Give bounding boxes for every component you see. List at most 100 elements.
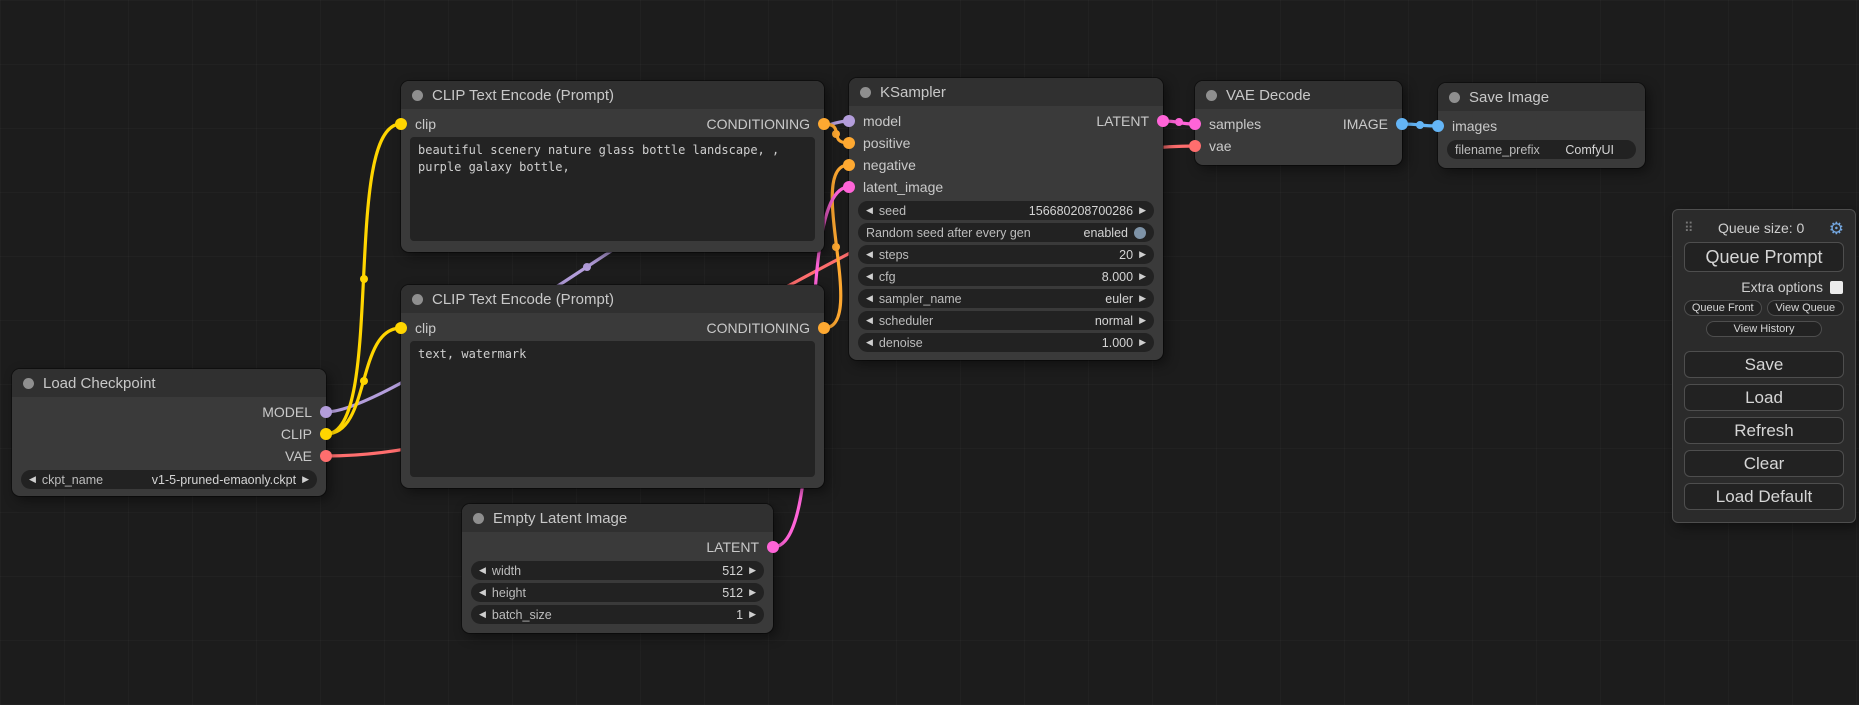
node-titlebar[interactable]: KSampler: [849, 78, 1163, 106]
decrement-arrow-icon[interactable]: ◀: [479, 565, 486, 576]
collapse-dot-icon[interactable]: [860, 87, 871, 98]
widget-seed[interactable]: ◀ seed 156680208700286 ▶: [858, 201, 1154, 220]
widget-height[interactable]: ◀ height 512 ▶: [471, 583, 764, 602]
drag-handle-icon[interactable]: ⠿: [1684, 220, 1694, 236]
input-socket-negative[interactable]: [843, 159, 855, 171]
output-label-latent: LATENT: [1096, 113, 1149, 129]
link-midpoint-dot: [832, 243, 840, 251]
output-socket-latent[interactable]: [1157, 115, 1169, 127]
increment-arrow-icon[interactable]: ▶: [1139, 293, 1146, 304]
node-clip-text-encode-positive[interactable]: CLIP Text Encode (Prompt) clip CONDITION…: [401, 81, 824, 252]
output-socket-model[interactable]: [320, 406, 332, 418]
widget-filename-prefix[interactable]: filename_prefix ComfyUI: [1447, 140, 1636, 159]
decrement-arrow-icon[interactable]: ◀: [866, 205, 873, 216]
node-titlebar[interactable]: Load Checkpoint: [12, 369, 326, 397]
input-socket-model[interactable]: [843, 115, 855, 127]
node-titlebar[interactable]: CLIP Text Encode (Prompt): [401, 285, 824, 313]
decrement-arrow-icon[interactable]: ◀: [479, 609, 486, 620]
queue-prompt-button[interactable]: Queue Prompt: [1684, 242, 1844, 272]
increment-arrow-icon[interactable]: ▶: [749, 565, 756, 576]
input-socket-latent-image[interactable]: [843, 181, 855, 193]
increment-arrow-icon[interactable]: ▶: [1139, 315, 1146, 326]
decrement-arrow-icon[interactable]: ◀: [866, 293, 873, 304]
input-socket-clip[interactable]: [395, 322, 407, 334]
input-label-clip: clip: [415, 320, 436, 336]
output-socket-conditioning[interactable]: [818, 322, 830, 334]
output-socket-vae[interactable]: [320, 450, 332, 462]
widget-cfg[interactable]: ◀ cfg 8.000 ▶: [858, 267, 1154, 286]
node-ksampler[interactable]: KSampler model LATENT positive negative …: [849, 78, 1163, 360]
decrement-arrow-icon[interactable]: ◀: [866, 271, 873, 282]
save-button[interactable]: Save: [1684, 351, 1844, 378]
load-button[interactable]: Load: [1684, 384, 1844, 411]
node-vae-decode[interactable]: VAE Decode samples IMAGE vae: [1195, 81, 1402, 165]
widget-batch-size[interactable]: ◀ batch_size 1 ▶: [471, 605, 764, 624]
increment-arrow-icon[interactable]: ▶: [1139, 205, 1146, 216]
decrement-arrow-icon[interactable]: ◀: [479, 587, 486, 598]
input-socket-samples[interactable]: [1189, 118, 1201, 130]
increment-arrow-icon[interactable]: ▶: [749, 609, 756, 620]
slot-row: vae: [1195, 135, 1402, 157]
increment-arrow-icon[interactable]: ▶: [749, 587, 756, 598]
output-socket-latent[interactable]: [767, 541, 779, 553]
node-empty-latent-image[interactable]: Empty Latent Image LATENT ◀ width 512 ▶ …: [462, 504, 773, 633]
node-titlebar[interactable]: Empty Latent Image: [462, 504, 773, 532]
node-load-checkpoint[interactable]: Load Checkpoint MODEL CLIP VAE ◀ ckpt_na…: [12, 369, 326, 496]
output-socket-conditioning[interactable]: [818, 118, 830, 130]
node-clip-text-encode-negative[interactable]: CLIP Text Encode (Prompt) clip CONDITION…: [401, 285, 824, 488]
output-socket-image[interactable]: [1396, 118, 1408, 130]
collapse-dot-icon[interactable]: [23, 378, 34, 389]
increment-arrow-icon[interactable]: ▶: [302, 474, 309, 485]
slot-row: VAE: [12, 445, 326, 467]
collapse-dot-icon[interactable]: [412, 90, 423, 101]
prompt-textarea[interactable]: text, watermark: [410, 341, 815, 477]
graph-canvas[interactable]: Load Checkpoint MODEL CLIP VAE ◀ ckpt_na…: [0, 0, 1859, 705]
increment-arrow-icon[interactable]: ▶: [1139, 271, 1146, 282]
output-socket-clip[interactable]: [320, 428, 332, 440]
output-label-image: IMAGE: [1343, 116, 1388, 132]
extra-options-row: Extra options: [1685, 279, 1843, 295]
collapse-dot-icon[interactable]: [1449, 92, 1460, 103]
widget-ckpt-name[interactable]: ◀ ckpt_name v1-5-pruned-emaonly.ckpt ▶: [21, 470, 317, 489]
widget-random-seed-toggle[interactable]: Random seed after every gen enabled: [858, 223, 1154, 242]
increment-arrow-icon[interactable]: ▶: [1139, 337, 1146, 348]
slot-row: images: [1438, 115, 1645, 137]
input-socket-images[interactable]: [1432, 120, 1444, 132]
settings-gear-icon[interactable]: ⚙: [1829, 220, 1844, 237]
node-titlebar[interactable]: VAE Decode: [1195, 81, 1402, 109]
output-label-model: MODEL: [262, 404, 312, 420]
node-save-image[interactable]: Save Image images filename_prefix ComfyU…: [1438, 83, 1645, 168]
node-titlebar[interactable]: CLIP Text Encode (Prompt): [401, 81, 824, 109]
collapse-dot-icon[interactable]: [412, 294, 423, 305]
output-label-vae: VAE: [285, 448, 312, 464]
load-default-button[interactable]: Load Default: [1684, 483, 1844, 510]
clear-button[interactable]: Clear: [1684, 450, 1844, 477]
widget-steps[interactable]: ◀ steps 20 ▶: [858, 245, 1154, 264]
decrement-arrow-icon[interactable]: ◀: [866, 249, 873, 260]
slot-row: model LATENT: [849, 110, 1163, 132]
widget-width[interactable]: ◀ width 512 ▶: [471, 561, 764, 580]
link-midpoint-dot: [583, 263, 591, 271]
collapse-dot-icon[interactable]: [473, 513, 484, 524]
refresh-button[interactable]: Refresh: [1684, 417, 1844, 444]
input-socket-vae[interactable]: [1189, 140, 1201, 152]
queue-front-button[interactable]: Queue Front: [1684, 300, 1762, 316]
widget-denoise[interactable]: ◀ denoise 1.000 ▶: [858, 333, 1154, 352]
decrement-arrow-icon[interactable]: ◀: [866, 337, 873, 348]
toggle-icon[interactable]: [1134, 227, 1146, 239]
node-titlebar[interactable]: Save Image: [1438, 83, 1645, 111]
input-socket-clip[interactable]: [395, 118, 407, 130]
extra-options-label: Extra options: [1741, 279, 1823, 295]
extra-options-checkbox[interactable]: [1830, 281, 1843, 294]
input-socket-positive[interactable]: [843, 137, 855, 149]
collapse-dot-icon[interactable]: [1206, 90, 1217, 101]
widget-scheduler[interactable]: ◀ scheduler normal ▶: [858, 311, 1154, 330]
prompt-textarea[interactable]: beautiful scenery nature glass bottle la…: [410, 137, 815, 241]
widget-sampler-name[interactable]: ◀ sampler_name euler ▶: [858, 289, 1154, 308]
view-history-button[interactable]: View History: [1706, 321, 1821, 337]
decrement-arrow-icon[interactable]: ◀: [29, 474, 36, 485]
view-queue-button[interactable]: View Queue: [1767, 300, 1845, 316]
node-title: Load Checkpoint: [43, 375, 156, 392]
decrement-arrow-icon[interactable]: ◀: [866, 315, 873, 326]
increment-arrow-icon[interactable]: ▶: [1139, 249, 1146, 260]
